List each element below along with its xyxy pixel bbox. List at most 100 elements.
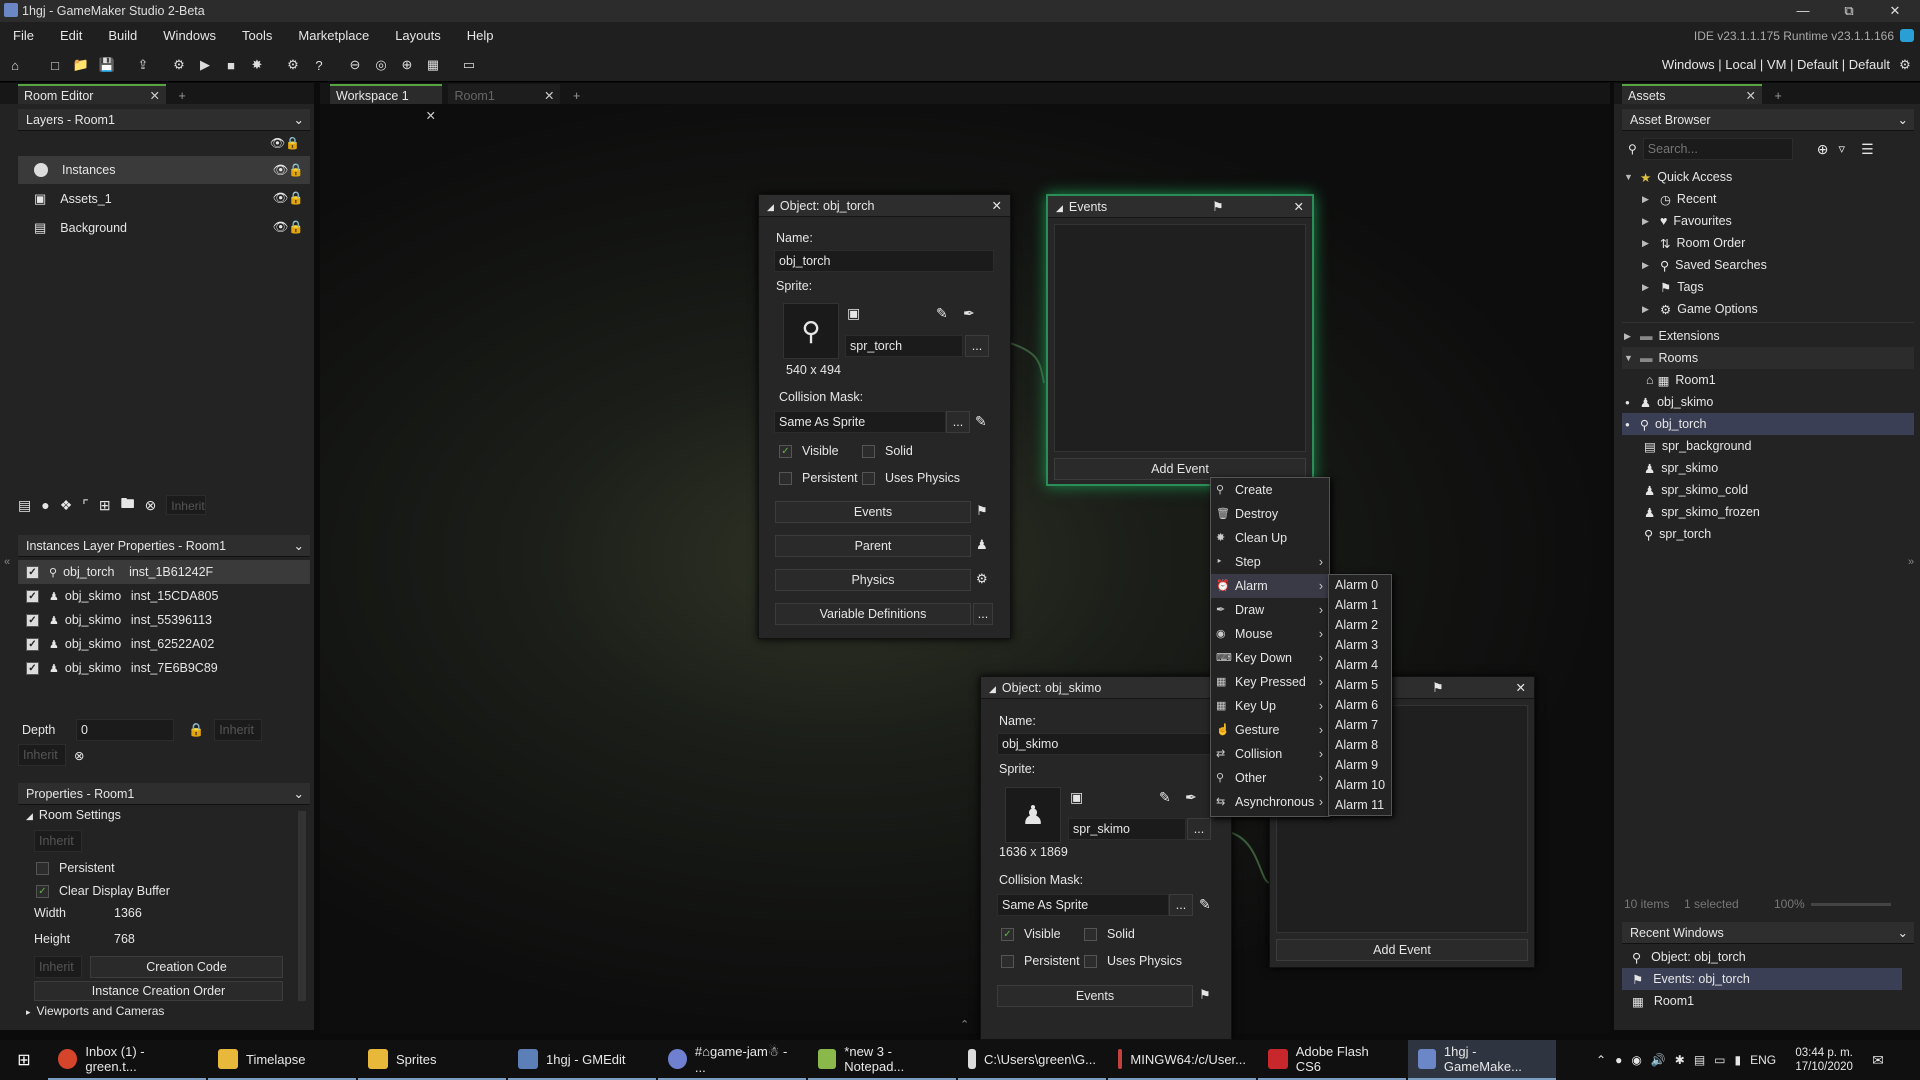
collapse-left-icon[interactable]: « (4, 556, 10, 568)
menu-help[interactable]: Help (454, 22, 507, 49)
menu-item-mouse[interactable]: ◉ Mouse › (1211, 622, 1329, 646)
zoom-slider[interactable] (1810, 902, 1891, 906)
asset-obj-skimo[interactable]: ● ♟ obj_skimo (1622, 391, 1914, 413)
collapse-icon[interactable]: ▼ (1624, 172, 1636, 182)
instances-header[interactable]: Instances Layer Properties - Room1 ⌄ (18, 535, 310, 557)
menu-edit[interactable]: Edit (47, 22, 95, 49)
menu-tools[interactable]: Tools (229, 22, 285, 49)
export-icon[interactable]: ⇪ (132, 54, 154, 76)
clock[interactable]: 03:44 p. m. 17/10/2020 (1785, 1046, 1863, 1074)
creation-code-button[interactable]: Creation Code (90, 956, 283, 978)
height-field[interactable]: 768 (114, 932, 135, 946)
settings-icon[interactable]: ⚙ (282, 54, 304, 76)
flag-icon[interactable]: ⚑ (1432, 677, 1444, 699)
persistent-checkbox[interactable] (1001, 954, 1014, 968)
add-instance-layer-icon[interactable]: ● (41, 497, 49, 513)
close-tab-icon[interactable]: ✕ (1746, 86, 1756, 106)
expand-icon[interactable]: ▶ (1624, 331, 1636, 342)
taskbar-discord[interactable]: #⌂game-jam☃ - ... (658, 1040, 806, 1080)
inherit-creation-button[interactable]: Inherit (34, 956, 82, 978)
recent-item[interactable]: ⚲ Object: obj_torch (1622, 946, 1902, 968)
asset-browser-header[interactable]: Asset Browser ⌄ (1622, 109, 1914, 131)
volume-icon[interactable]: 🔊 (1651, 1053, 1666, 1067)
asset-spr-background[interactable]: ▤ spr_background (1622, 435, 1914, 457)
alarm-item[interactable]: Alarm 6 (1329, 695, 1391, 715)
instance-row[interactable]: ✓ ♟ obj_skimo inst_7E6B9C89 (18, 656, 310, 680)
parent-icon[interactable]: ♟ (976, 537, 988, 553)
taskbar-gamemaker[interactable]: 1hgj - GameMake... (1408, 1040, 1556, 1080)
events-list[interactable] (1054, 224, 1306, 452)
variables-more-button[interactable]: ... (973, 603, 993, 625)
close-icon[interactable]: ✕ (1294, 196, 1304, 218)
menu-item-asynchronous[interactable]: ⇆ Asynchronous › (1211, 790, 1329, 814)
menu-item-destroy[interactable]: 🗑 Destroy (1211, 502, 1329, 526)
menu-item-key-down[interactable]: ⌨ Key Down › (1211, 646, 1329, 670)
chevron-down-icon[interactable]: ⌄ (1898, 922, 1908, 944)
collapse-bottom-icon[interactable]: ⌃ (960, 1018, 969, 1031)
menu-item-clean-up[interactable]: ✸ Clean Up (1211, 526, 1329, 550)
debug-icon[interactable]: ⚙ (168, 54, 190, 76)
layers-header[interactable]: Layers - Room1 ⌄ (18, 109, 310, 131)
collision-mask-field[interactable]: Same As Sprite (997, 894, 1169, 916)
search-input[interactable] (1642, 138, 1793, 160)
quick-saved-searches[interactable]: ▶ ⚲ Saved Searches (1622, 254, 1914, 276)
menu-item-create[interactable]: ⚲ Create (1211, 478, 1329, 502)
close-icon[interactable]: ✕ (1872, 0, 1918, 22)
save-icon[interactable]: 💾 (96, 54, 118, 76)
events-header[interactable]: ◢ Events ⚑ ✕ (1048, 196, 1312, 218)
quick-recent[interactable]: ▶ ◷ Recent (1622, 188, 1914, 210)
expand-icon[interactable]: ▸ (26, 1007, 31, 1017)
menu-item-key-up[interactable]: ▦ Key Up › (1211, 694, 1329, 718)
alarm-item[interactable]: Alarm 11 (1329, 795, 1391, 815)
collision-mask-field[interactable]: Same As Sprite (774, 411, 946, 433)
persistent-checkbox[interactable] (36, 861, 49, 875)
quick-tags[interactable]: ▶ ⚑ Tags (1622, 276, 1914, 298)
flag-icon[interactable]: ⚑ (1199, 987, 1211, 1003)
language-indicator[interactable]: ENG (1750, 1053, 1776, 1067)
menu-layouts[interactable]: Layouts (382, 22, 454, 49)
eye-icon[interactable]: 👁 (270, 136, 285, 150)
sprite-browse-button[interactable]: ... (965, 335, 989, 357)
instance-checkbox[interactable]: ✓ (26, 637, 39, 651)
name-field[interactable]: obj_torch (774, 250, 994, 272)
instance-row[interactable]: ✓ ♟ obj_skimo inst_62522A02 (18, 632, 310, 656)
menu-item-other[interactable]: ⚲ Other › (1211, 766, 1329, 790)
edit-mask-icon[interactable]: ✎ (975, 413, 987, 430)
grid-icon[interactable]: ▦ (422, 54, 444, 76)
edit-mask-icon[interactable]: ✎ (1199, 896, 1211, 913)
alarm-item[interactable]: Alarm 7 (1329, 715, 1391, 735)
reset-icon[interactable]: ⊗ (74, 748, 84, 763)
close-tab-icon[interactable]: ✕ (150, 86, 160, 106)
lock-icon[interactable]: 🔒 (288, 191, 304, 205)
chevron-down-icon[interactable]: ⌄ (294, 783, 304, 805)
physics-button[interactable]: Physics (775, 569, 971, 591)
instance-checkbox[interactable]: ✓ (26, 589, 39, 603)
layer-background[interactable]: ▤ Background 👁🔒 (18, 213, 310, 242)
events-button[interactable]: Events (997, 985, 1193, 1007)
sprite-browse-button[interactable]: ... (1187, 818, 1211, 840)
alarm-item[interactable]: Alarm 4 (1329, 655, 1391, 675)
new-sprite-icon[interactable]: ▣ (1070, 789, 1083, 806)
asset-obj-torch[interactable]: ● ⚲ obj_torch (1622, 413, 1914, 435)
instance-checkbox[interactable]: ✓ (26, 565, 39, 579)
taskbar-flash[interactable]: Adobe Flash CS6 (1258, 1040, 1406, 1080)
extensions-folder[interactable]: ▶ ▬ Extensions (1622, 325, 1914, 347)
asset-spr-skimo[interactable]: ♟ spr_skimo (1622, 457, 1914, 479)
close-icon[interactable]: ✕ (992, 195, 1002, 217)
asset-room1[interactable]: ⌂ ▦ Room1 (1622, 369, 1914, 391)
properties-scrollbar[interactable] (298, 811, 306, 1001)
minimize-icon[interactable]: — (1780, 0, 1826, 22)
events-button[interactable]: Events (775, 501, 971, 523)
battery-icon[interactable]: ▮ (1735, 1053, 1742, 1067)
instance-row[interactable]: ✓ ♟ obj_skimo inst_55396113 (18, 608, 310, 632)
help-icon[interactable]: ? (308, 54, 330, 76)
instance-creation-order-button[interactable]: Instance Creation Order (34, 981, 283, 1001)
chat-icon[interactable] (1900, 29, 1914, 42)
chevron-down-icon[interactable]: ⌄ (294, 535, 304, 557)
menu-item-step[interactable]: ‣ Step › (1211, 550, 1329, 574)
inherit-button[interactable]: Inherit (18, 744, 66, 766)
edit-sprite-icon[interactable]: ✎ (1159, 789, 1171, 806)
menu-item-alarm[interactable]: ⏰ Alarm › (1211, 574, 1329, 598)
menu-build[interactable]: Build (95, 22, 150, 49)
lock-icon[interactable]: 🔒 (288, 220, 304, 234)
